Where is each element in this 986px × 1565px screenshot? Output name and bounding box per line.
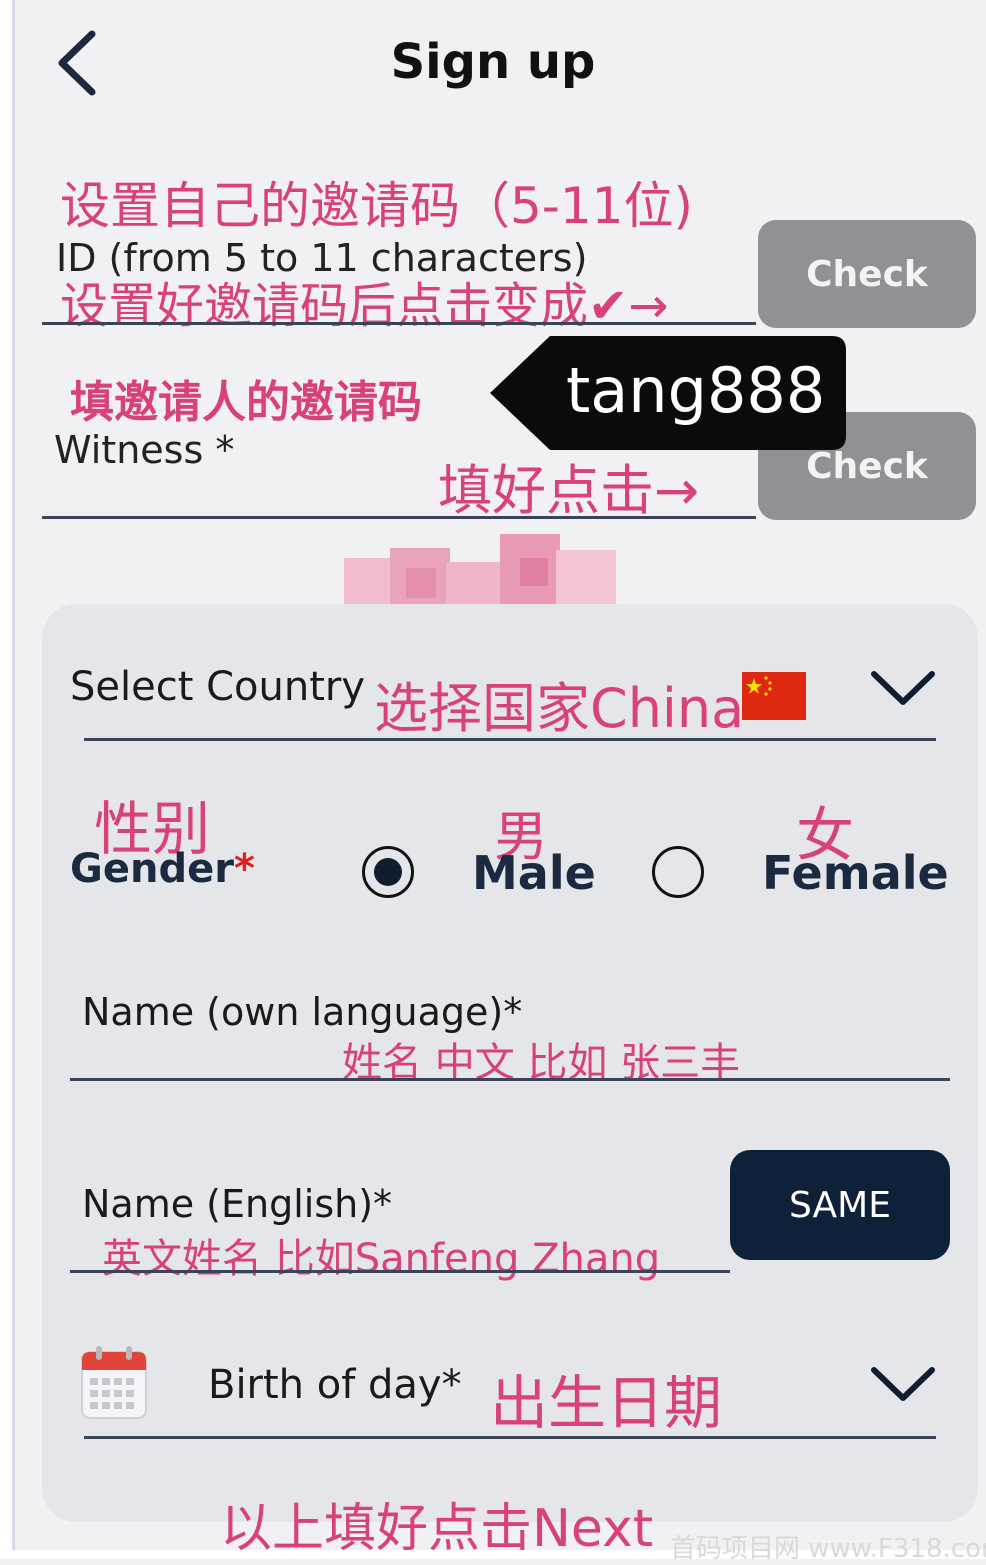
same-button[interactable]: SAME [730,1150,950,1260]
china-flag-icon [742,672,806,720]
calendar-icon[interactable] [80,1344,148,1420]
birthday-underline [84,1436,936,1439]
name-own-underline [70,1078,950,1081]
female-label[interactable]: Female [762,846,949,900]
annotation-select-country: 选择国家China [374,677,745,740]
check-id-button[interactable]: Check [758,220,976,328]
country-select-label[interactable]: Select Country [70,664,365,710]
annotation-fill-inviter: 填邀请人的邀请码 [70,377,422,428]
annotation-fill-then-click: 填好点击→ [438,459,700,522]
name-own-language-field[interactable]: Name (own language)* [82,990,522,1034]
name-english-underline [70,1270,730,1273]
birthday-field-label[interactable]: Birth of day* [208,1362,462,1408]
annotation-invite-code: 设置自己的邀请码（5-11位) [60,177,693,235]
witness-field-underline [42,516,756,519]
witness-value: tang888 [566,354,826,427]
watermark: 首码项目网 www.F318.com [670,1534,986,1564]
witness-field-label[interactable]: Witness * [54,428,234,472]
left-edge-bar [0,0,15,1559]
radio-selected-dot [374,858,402,886]
annotation-name-english: 英文姓名 比如Sanfeng Zhang [102,1236,661,1282]
country-chevron-down-icon[interactable] [870,668,936,710]
male-radio[interactable] [362,846,414,898]
name-english-field[interactable]: Name (English)* [82,1182,392,1226]
gender-label: Gender* [70,846,255,892]
country-underline [84,738,936,741]
id-field-underline [42,322,756,325]
birthday-chevron-down-icon[interactable] [870,1364,936,1406]
annotation-after-set: 设置好邀请码后点击变成✔→ [60,278,669,334]
required-star: * [233,846,255,892]
page-title: Sign up [390,34,596,90]
male-label[interactable]: Male [472,846,596,900]
female-radio[interactable] [652,846,704,898]
annotation-birthday: 出生日期 [490,1369,723,1437]
